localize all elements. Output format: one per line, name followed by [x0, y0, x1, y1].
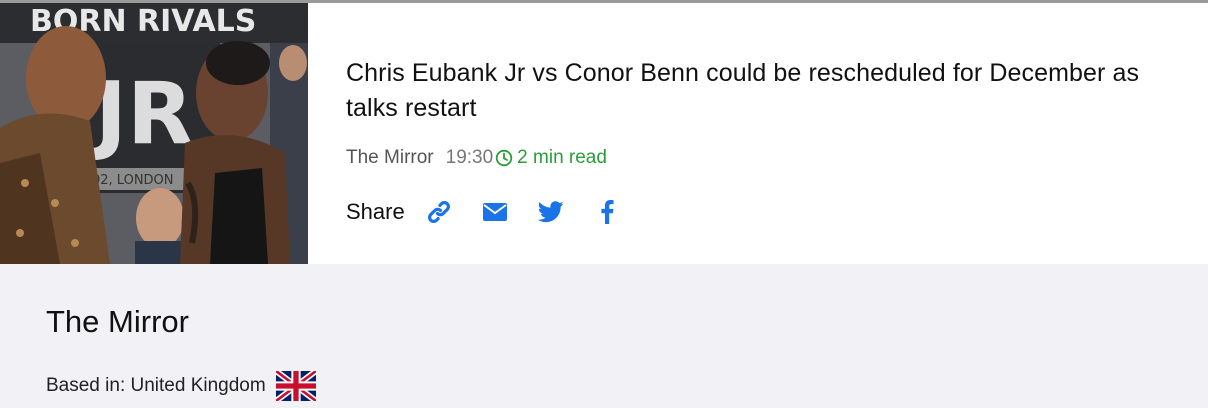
email-icon[interactable] — [481, 198, 509, 226]
publisher-location: Based in: United Kingdom — [46, 368, 318, 404]
boxers-faceoff-image: BORN RIVALS JR 02, LONDON — [0, 3, 308, 264]
article-content: Chris Eubank Jr vs Conor Benn could be r… — [346, 56, 1196, 226]
clock-icon — [495, 149, 513, 167]
svg-text:02, LONDON: 02, LONDON — [92, 173, 174, 188]
article-thumbnail[interactable]: BORN RIVALS JR 02, LONDON — [0, 3, 308, 264]
article-card[interactable]: BORN RIVALS JR 02, LONDON Chris Eubank J… — [0, 3, 1208, 264]
publisher-about: The Mirror Based in: United Kingdom — [0, 264, 1208, 408]
article-time: 19:30 — [445, 147, 494, 168]
link-icon[interactable] — [425, 198, 453, 226]
publisher-location-label: Based in: United Kingdom — [46, 375, 266, 396]
article-meta: The Mirror 19:30 2 min read — [346, 147, 1196, 169]
share-label: Share — [346, 199, 405, 224]
publisher-name[interactable]: The Mirror — [46, 304, 189, 340]
article-source[interactable]: The Mirror — [346, 147, 434, 169]
share-bar: Share — [346, 198, 1196, 226]
facebook-icon[interactable] — [593, 198, 621, 226]
uk-flag-icon — [273, 368, 318, 404]
read-time: 2 min read — [517, 147, 607, 168]
article-headline[interactable]: Chris Eubank Jr vs Conor Benn could be r… — [346, 56, 1196, 126]
twitter-icon[interactable] — [537, 198, 565, 226]
